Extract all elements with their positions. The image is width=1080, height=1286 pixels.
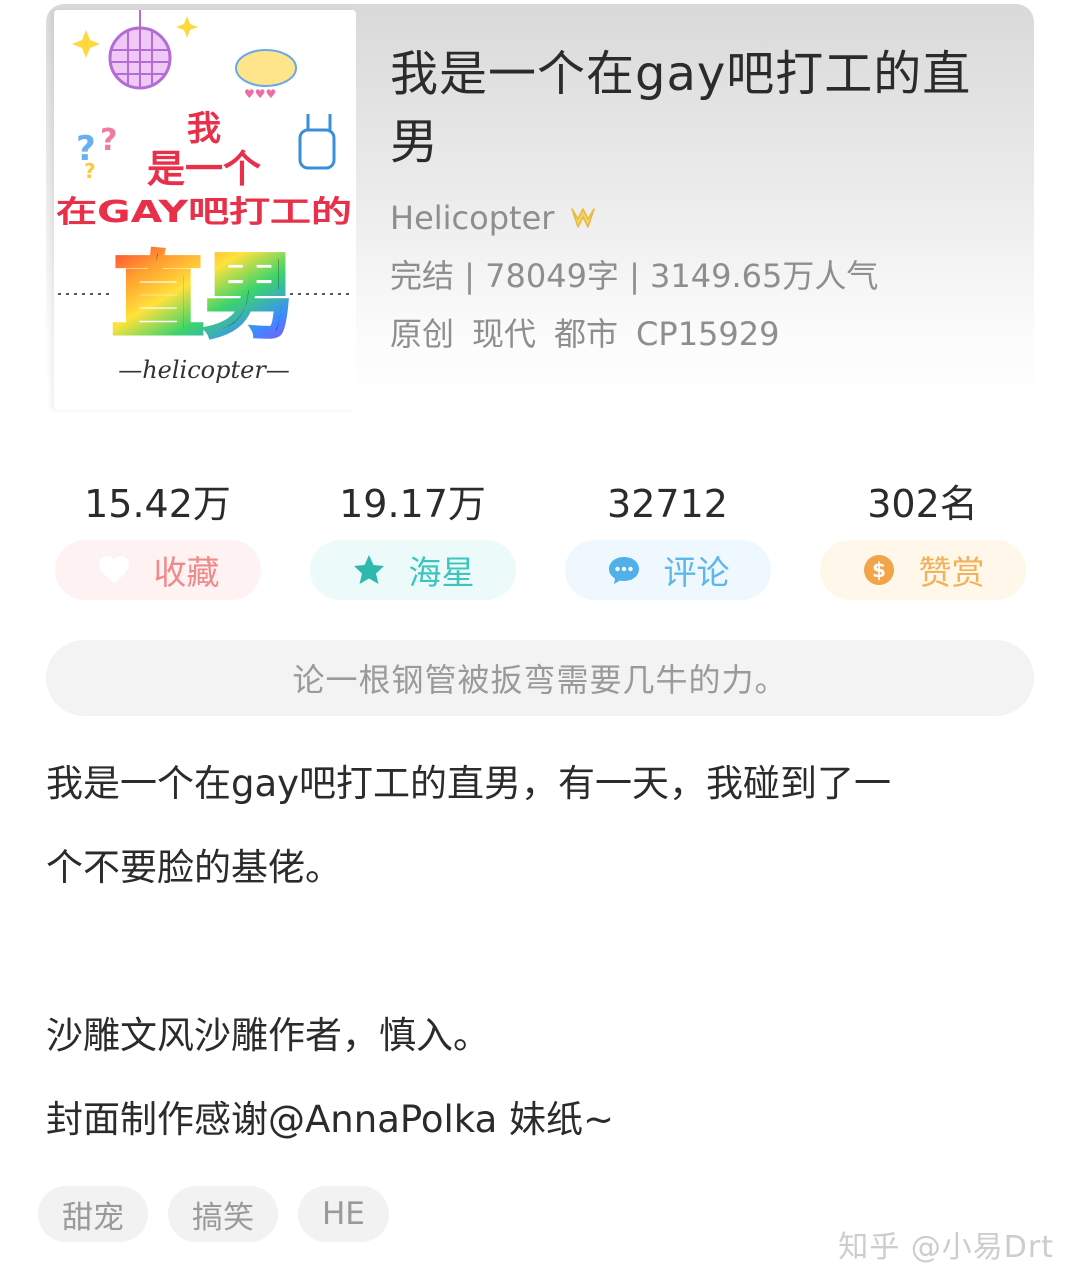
description-line: 我是一个在gay吧打工的直男，有一天，我碰到了一 <box>46 762 892 805</box>
book-info: 我是一个在gay吧打工的直男 Helicopter 完结 | 78049字 | … <box>390 40 1010 354</box>
favorite-button[interactable]: 收藏 <box>54 540 261 600</box>
book-cover-image[interactable]: ♥♥♥ ? ? ? 我 是一个 在GAY吧打工的 直男 —helicopter— <box>54 10 356 410</box>
coin-icon: $ <box>863 555 894 585</box>
starfish-label: 海星 <box>408 553 475 592</box>
tag-chip[interactable]: HE <box>298 1186 389 1242</box>
stat-comments: 32712 评论 <box>540 478 795 600</box>
tag-chip[interactable]: 甜宠 <box>38 1186 148 1242</box>
book-tagline: 论一根钢管被扳弯需要几牛的力。 <box>46 640 1034 716</box>
favorites-count: 15.42万 <box>84 482 231 526</box>
tag-chips: 甜宠 搞笑 HE <box>38 1186 389 1242</box>
vip-crown-icon <box>571 208 596 228</box>
book-title: 我是一个在gay吧打工的直男 <box>390 46 972 170</box>
svg-text:♥♥♥: ♥♥♥ <box>244 87 276 101</box>
description-line: 封面制作感谢@AnnaPolka 妹纸~ <box>46 1098 615 1141</box>
genre-tag[interactable]: 都市 <box>554 314 618 354</box>
genre-tag[interactable]: 现代 <box>472 314 536 354</box>
cover-title-line2: 是一个 <box>147 147 261 191</box>
starfish-button[interactable]: 海星 <box>309 540 516 600</box>
comment-label: 评论 <box>663 553 730 592</box>
cover-artwork: ♥♥♥ ? ? ? 我 是一个 在GAY吧打工的 直男 —helicopter— <box>54 10 356 410</box>
heart-icon <box>98 556 129 583</box>
genre-tag[interactable]: CP15929 <box>636 314 779 354</box>
stats-row: 15.42万 收藏 19.17万 海星 32712 评论 302名 $ 赞赏 <box>30 478 1050 600</box>
book-genre-tags: 原创 现代 都市 CP15929 <box>390 314 1010 354</box>
reward-label: 赞赏 <box>918 553 985 592</box>
stat-starfish: 19.17万 海星 <box>285 478 540 600</box>
stat-favorites: 15.42万 收藏 <box>30 478 285 600</box>
favorite-label: 收藏 <box>153 553 220 592</box>
tag-chip[interactable]: 搞笑 <box>168 1186 278 1242</box>
book-description: 我是一个在gay吧打工的直男，有一天，我碰到了一 个不要脸的基佬。 沙雕文风沙雕… <box>46 742 1036 1162</box>
description-line: 个不要脸的基佬。 <box>46 846 342 889</box>
rewards-rank: 302名 <box>867 482 978 526</box>
cover-title-line3: 在GAY吧打工的 <box>56 195 352 230</box>
comments-count: 32712 <box>607 482 728 526</box>
cover-title-main: 直男 <box>112 243 296 350</box>
starfish-count: 19.17万 <box>339 482 486 526</box>
watermark: 知乎 @小易Drt <box>838 1230 1054 1265</box>
svg-text:?: ? <box>84 159 96 183</box>
description-line: 沙雕文风沙雕作者，慎入。 <box>46 1014 490 1057</box>
genre-tag[interactable]: 原创 <box>390 314 454 354</box>
author-row[interactable]: Helicopter <box>390 198 1010 238</box>
book-meta: 完结 | 78049字 | 3149.65万人气 <box>390 257 879 295</box>
author-name[interactable]: Helicopter <box>390 199 554 237</box>
cover-title-line1: 我 <box>187 109 221 149</box>
reward-button[interactable]: $ 赞赏 <box>819 540 1026 600</box>
description-line <box>46 910 1036 994</box>
cover-signature: —helicopter— <box>118 356 290 384</box>
svg-text:?: ? <box>100 123 117 158</box>
comment-icon <box>608 557 639 584</box>
comment-button[interactable]: 评论 <box>564 540 771 600</box>
stat-rewards: 302名 $ 赞赏 <box>795 478 1050 600</box>
star-icon <box>353 555 384 584</box>
svg-text:$: $ <box>872 558 886 582</box>
